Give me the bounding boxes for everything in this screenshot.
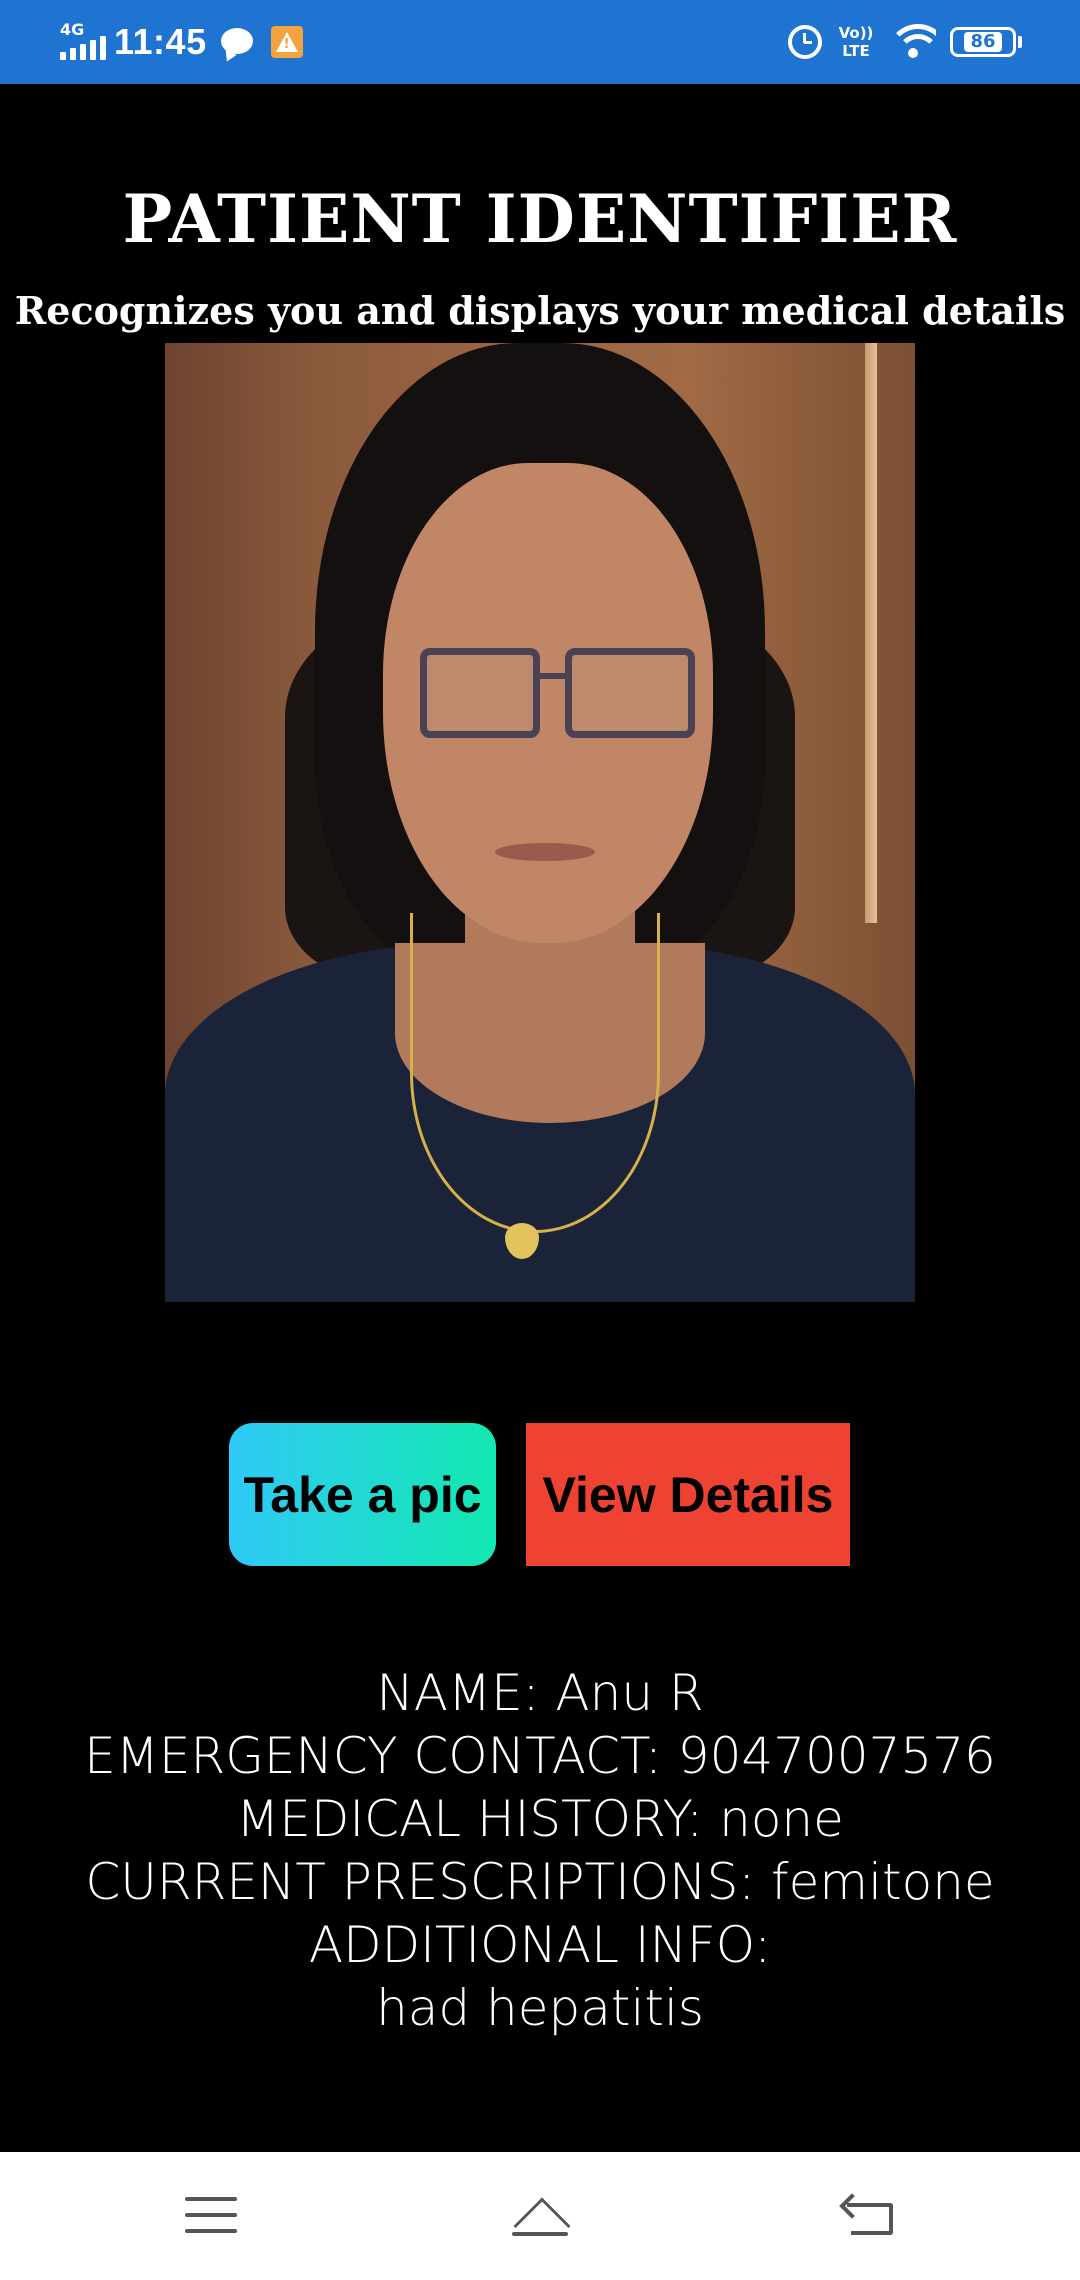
status-bar: 4G 11:45 ! Vo)) LTE 86: [0, 0, 1080, 84]
signal-icon: 4G: [58, 20, 106, 64]
volte-icon: Vo)) LTE: [836, 22, 876, 62]
detail-medical-history: MEDICAL HISTORY: none: [236, 1790, 844, 1848]
take-pic-button[interactable]: Take a pic: [229, 1423, 496, 1566]
alarm-icon: [788, 25, 822, 59]
page-title: PATIENT IDENTIFIER: [122, 180, 958, 258]
menu-icon: [185, 2197, 237, 2233]
home-icon: [506, 2194, 574, 2255]
detail-name: NAME: Anu R: [376, 1664, 704, 1722]
status-right: Vo)) LTE 86: [788, 14, 1022, 70]
wifi-icon: [890, 22, 936, 62]
back-icon: [839, 2193, 895, 2235]
chat-icon: [220, 28, 253, 65]
status-time: 11:45: [114, 21, 207, 62]
battery-level: 86: [964, 32, 1002, 52]
network-type: 4G: [60, 20, 85, 39]
home-button[interactable]: [485, 2170, 595, 2260]
battery-icon: 86: [950, 27, 1022, 57]
patient-details: NAME: Anu R EMERGENCY CONTACT: 904700757…: [0, 1662, 1080, 2040]
detail-additional-info-value: had hepatitis: [376, 1979, 704, 2037]
volte-bottom: LTE: [842, 42, 870, 60]
page-subtitle: Recognizes you and displays your medical…: [14, 288, 1066, 333]
detail-current-prescriptions: CURRENT PRESCRIPTIONS: femitone: [85, 1853, 995, 1911]
warning-icon: !: [270, 26, 303, 58]
status-left: 4G 11:45 !: [58, 14, 303, 70]
patient-photo: [165, 343, 915, 1302]
detail-emergency-contact: EMERGENCY CONTACT: 9047007576: [84, 1727, 996, 1785]
menu-button[interactable]: [156, 2170, 266, 2260]
view-details-button[interactable]: View Details: [526, 1423, 850, 1566]
volte-top: Vo)): [838, 24, 874, 42]
back-button[interactable]: [814, 2170, 924, 2260]
navigation-bar: [0, 2152, 1080, 2280]
detail-additional-info-label: ADDITIONAL INFO:: [308, 1916, 772, 1974]
